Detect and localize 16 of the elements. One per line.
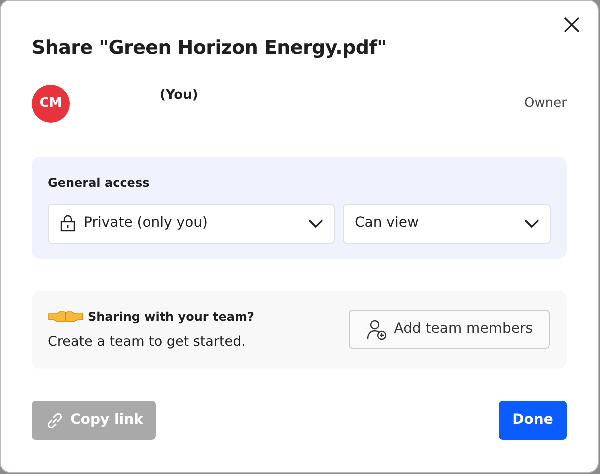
add-team-members-button[interactable]: Add team members: [349, 310, 550, 350]
team-text: Create a team to get started.: [48, 332, 247, 352]
member-role: Owner: [524, 95, 567, 114]
dialog-title: Share "Green Horizon Energy.pdf": [32, 37, 388, 60]
chevron-down-icon: [308, 218, 324, 229]
section-heading: General access: [48, 174, 151, 192]
team-heading: Sharing with your team?: [88, 308, 254, 326]
chevron-down-icon: [524, 218, 540, 229]
done-button[interactable]: Done: [499, 401, 567, 440]
member-name: (You): [160, 87, 198, 106]
access-dropdown[interactable]: Private (only you): [48, 204, 335, 244]
avatar: CM: [32, 84, 70, 123]
permission-dropdown[interactable]: Can view: [343, 204, 551, 244]
add-person-icon: [366, 318, 388, 341]
lock-icon: [60, 215, 76, 232]
close-icon[interactable]: [562, 15, 582, 35]
